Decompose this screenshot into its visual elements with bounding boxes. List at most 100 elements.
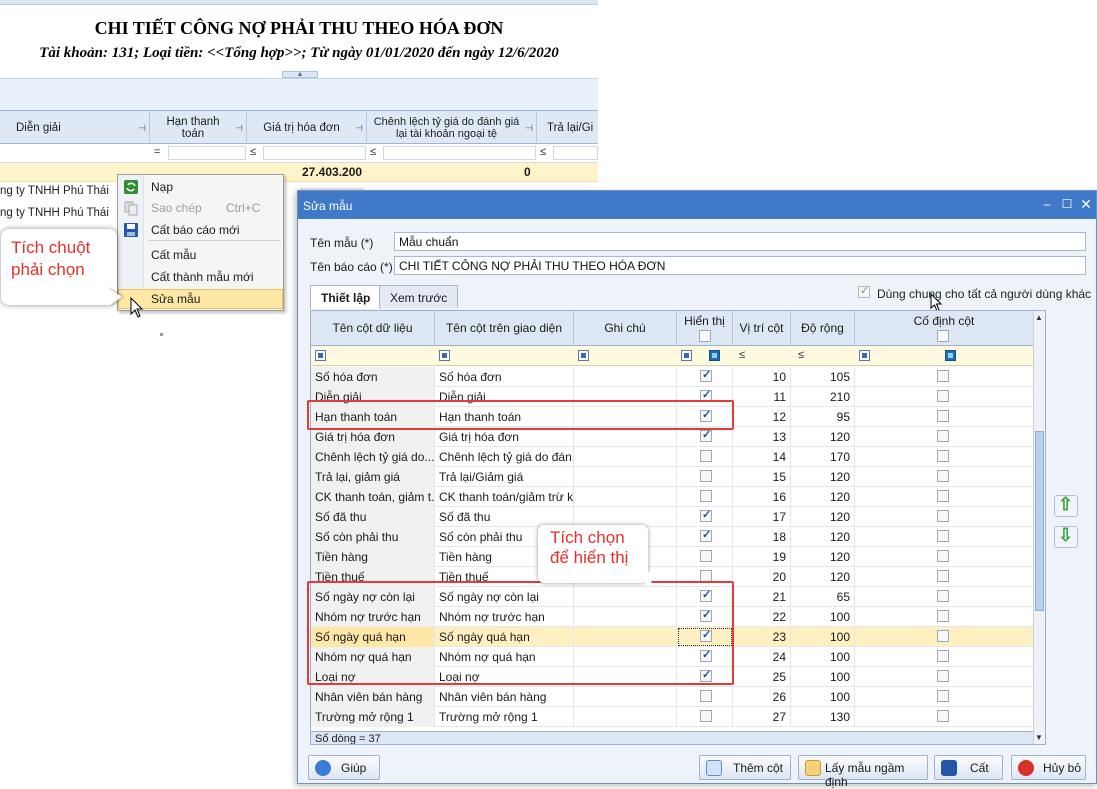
freeze-checkbox[interactable] bbox=[937, 510, 949, 522]
table-row[interactable]: Số đã thuSố đã thu 17120 bbox=[311, 507, 1033, 527]
visible-checkbox[interactable] bbox=[700, 490, 712, 502]
cell-data-column[interactable]: Số hóa đơn bbox=[311, 367, 435, 387]
visible-checkbox[interactable] bbox=[700, 710, 712, 722]
filter-input[interactable] bbox=[263, 146, 366, 160]
freeze-checkbox[interactable] bbox=[937, 530, 949, 542]
freeze-checkbox[interactable] bbox=[937, 670, 949, 682]
cell-width[interactable]: 120 bbox=[791, 547, 855, 567]
cell-width[interactable]: 100 bbox=[791, 687, 855, 707]
col-header-data-column[interactable]: Tên cột dữ liệu bbox=[311, 311, 435, 346]
cell-position[interactable]: 13 bbox=[733, 427, 791, 447]
cancel-button[interactable]: Hủy bỏ bbox=[1011, 755, 1086, 780]
visible-checkbox[interactable] bbox=[700, 450, 712, 462]
cell-width[interactable]: 105 bbox=[791, 367, 855, 387]
cell-width[interactable]: 120 bbox=[791, 467, 855, 487]
cell-width[interactable]: 170 bbox=[791, 447, 855, 467]
cell-data-column[interactable]: Nhân viên bán hàng bbox=[311, 687, 435, 707]
cell-position[interactable]: 25 bbox=[733, 667, 791, 687]
filter-value-icon[interactable] bbox=[945, 350, 956, 361]
freeze-checkbox[interactable] bbox=[937, 470, 949, 482]
cell-position[interactable]: 23 bbox=[733, 627, 791, 647]
visible-checkbox[interactable] bbox=[700, 470, 712, 482]
save-button[interactable]: Cất bbox=[934, 755, 1003, 780]
cell-data-column[interactable]: Tiền hàng bbox=[311, 547, 435, 567]
menu-item-copy[interactable]: Sao chép Ctrl+C bbox=[118, 198, 283, 218]
cell-position[interactable]: 14 bbox=[733, 447, 791, 467]
col-header-dien-giai[interactable]: Diễn giải ⊣ bbox=[0, 111, 150, 144]
cell-ui-column[interactable]: Giá trị hóa đơn bbox=[435, 427, 574, 447]
grid-vertical-scrollbar[interactable]: ▲ ▼ bbox=[1033, 311, 1045, 744]
template-name-input[interactable]: Mẫu chuẩn bbox=[394, 232, 1086, 251]
minimize-icon[interactable]: – bbox=[1040, 197, 1054, 211]
cell-position[interactable]: 21 bbox=[733, 587, 791, 607]
cell-position[interactable]: 18 bbox=[733, 527, 791, 547]
cell-position[interactable]: 27 bbox=[733, 707, 791, 727]
cell-width[interactable]: 210 bbox=[791, 387, 855, 407]
visible-all-checkbox[interactable] bbox=[699, 330, 711, 342]
pin-icon[interactable]: ⊣ bbox=[355, 122, 363, 134]
freeze-checkbox[interactable] bbox=[937, 610, 949, 622]
cell-note[interactable] bbox=[574, 367, 677, 387]
visible-checkbox[interactable] bbox=[700, 550, 712, 562]
cell-position[interactable]: 10 bbox=[733, 367, 791, 387]
freeze-checkbox[interactable] bbox=[937, 630, 949, 642]
move-down-button[interactable]: ⇩ bbox=[1054, 525, 1078, 548]
filter-condition-icon[interactable] bbox=[439, 350, 450, 361]
col-header-tra-lai[interactable]: Trả lại/Gi bbox=[537, 111, 598, 144]
tab-settings[interactable]: Thiết lập bbox=[310, 285, 382, 309]
freeze-checkbox[interactable] bbox=[937, 650, 949, 662]
cell-ui-column[interactable]: Nhân viên bán hàng bbox=[435, 687, 574, 707]
cell-data-column[interactable]: Trả lại, giảm giá bbox=[311, 467, 435, 487]
cell-ui-column[interactable]: Trường mở rộng 1 bbox=[435, 707, 574, 727]
cell-data-column[interactable]: Số còn phải thu bbox=[311, 527, 435, 547]
visible-checkbox[interactable] bbox=[700, 428, 712, 442]
report-row-customer[interactable]: ng ty TNHH Phú Thái bbox=[0, 185, 130, 203]
cell-note[interactable] bbox=[574, 447, 677, 467]
filter-input[interactable] bbox=[168, 146, 246, 160]
freeze-checkbox[interactable] bbox=[937, 570, 949, 582]
cell-data-column[interactable]: Số đã thu bbox=[311, 507, 435, 527]
freeze-checkbox[interactable] bbox=[937, 390, 949, 402]
col-header-gia-tri-hoa-don[interactable]: Giá trị hóa đơn ⊣ bbox=[247, 111, 367, 144]
cell-width[interactable]: 100 bbox=[791, 627, 855, 647]
move-up-button[interactable]: ⇧ bbox=[1054, 494, 1078, 517]
table-row[interactable]: CK thanh toán, giảm t... CK thanh toán/gi… bbox=[311, 487, 1033, 507]
collapse-arrow-icon[interactable]: ▲ bbox=[282, 71, 318, 78]
col-header-chenh-lech[interactable]: Chênh lệch tỷ giá do đánh giá lại tài kh… bbox=[367, 111, 537, 144]
freeze-checkbox[interactable] bbox=[937, 370, 949, 382]
cell-position[interactable]: 15 bbox=[733, 467, 791, 487]
pin-icon[interactable]: ⊣ bbox=[235, 122, 243, 134]
visible-checkbox[interactable] bbox=[700, 528, 712, 542]
filter-condition-icon[interactable] bbox=[681, 350, 692, 361]
menu-item-save-new-report[interactable]: Cất báo cáo mới bbox=[118, 220, 283, 240]
menu-item-save-template[interactable]: Cất mẫu bbox=[118, 245, 283, 265]
table-row[interactable]: Số hóa đơnSố hóa đơn 10105 bbox=[311, 367, 1033, 387]
table-row[interactable]: Số còn phải thuSố còn phải thu18120 bbox=[311, 527, 1033, 547]
freeze-checkbox[interactable] bbox=[937, 590, 949, 602]
cell-ui-column[interactable]: CK thanh toán/giảm trừ k... bbox=[435, 487, 574, 507]
menu-item-save-as-template[interactable]: Cất thành mẫu mới bbox=[118, 267, 283, 287]
col-header-position[interactable]: Vị trí cột bbox=[733, 311, 791, 346]
cell-note[interactable] bbox=[574, 507, 677, 527]
freeze-checkbox[interactable] bbox=[937, 450, 949, 462]
freeze-all-checkbox[interactable] bbox=[937, 330, 949, 342]
cell-note[interactable] bbox=[574, 467, 677, 487]
cell-position[interactable]: 17 bbox=[733, 507, 791, 527]
cell-width[interactable]: 120 bbox=[791, 527, 855, 547]
filter-condition-icon[interactable] bbox=[859, 350, 870, 361]
col-header-ui-column[interactable]: Tên cột trên giao diện bbox=[435, 311, 574, 346]
cell-position[interactable]: 12 bbox=[733, 407, 791, 427]
cell-position[interactable]: 26 bbox=[733, 687, 791, 707]
cell-width[interactable]: 130 bbox=[791, 707, 855, 727]
filter-input[interactable] bbox=[553, 146, 598, 160]
cell-note[interactable] bbox=[574, 487, 677, 507]
cell-width[interactable]: 120 bbox=[791, 487, 855, 507]
cell-position[interactable]: 22 bbox=[733, 607, 791, 627]
cell-note[interactable] bbox=[574, 427, 677, 447]
cell-width[interactable]: 100 bbox=[791, 667, 855, 687]
freeze-checkbox[interactable] bbox=[937, 430, 949, 442]
col-header-visible[interactable]: Hiển thị bbox=[677, 311, 733, 346]
cell-width[interactable]: 120 bbox=[791, 567, 855, 587]
freeze-checkbox[interactable] bbox=[937, 550, 949, 562]
filter-condition-icon[interactable] bbox=[578, 350, 589, 361]
